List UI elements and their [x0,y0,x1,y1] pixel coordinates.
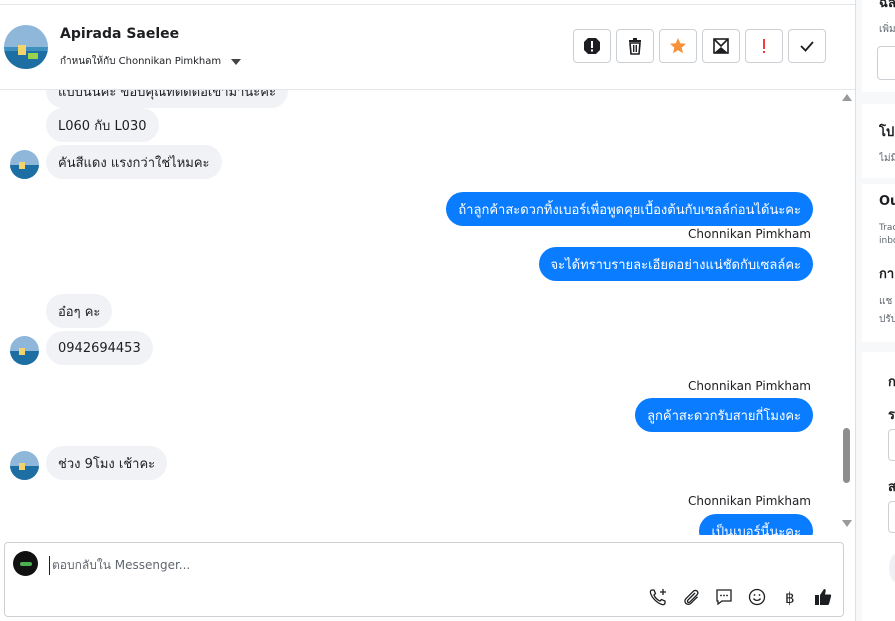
message-incoming: คันสีแดง แรงกว่าใช่ไหมคะ [46,145,222,179]
contact-name[interactable]: Apirada Saelee [60,26,179,42]
scroll-down-icon[interactable] [842,520,852,527]
sender-name: Chonnikan Pimkham [688,227,811,241]
reply-input[interactable]: ตอบกลับใน Messenger... [49,556,190,575]
message-composer[interactable]: ตอบกลับใน Messenger... ฿ [4,542,844,617]
message-bubble[interactable]: ช่วง 9โมง เช้าคะ [46,446,168,480]
message-bubble[interactable]: คันสีแดง แรงกว่าใช่ไหมคะ [46,145,222,179]
header-divider [0,4,855,5]
outcome-heading: Ou [879,194,895,209]
message-outgoing[interactable]: ลูกค้าสะดวกรับสายกี่โมงคะ [635,398,813,432]
mark-unread-button[interactable] [702,29,740,63]
message-outgoing[interactable]: จะได้ทราบรายละเอียดอย่างแน่ชัดกับเซลล์คะ [538,247,813,281]
form-label-1: ร [888,408,895,423]
sender-name: Chonnikan Pimkham [688,379,811,393]
message-incoming: อ๋อๆ คะ [46,294,113,328]
star-button[interactable] [659,29,697,63]
outcome-text-1: Trac [879,223,895,233]
contact-avatar-small [10,150,39,179]
conversation-actions [573,29,826,63]
scroll-up-icon[interactable] [842,94,852,101]
form-field-1[interactable] [888,429,895,461]
contact-avatar[interactable] [4,25,48,69]
call-add-icon[interactable] [648,587,668,607]
add-label-button[interactable] [877,46,895,80]
chevron-down-icon [231,58,242,65]
saved-reply-icon[interactable] [714,587,734,607]
assignee-dropdown[interactable]: กำหนดให้กับ Chonnikan Pimkham [60,54,242,69]
attachment-icon[interactable] [681,587,701,607]
message-bubble[interactable]: อ๋อๆ คะ [46,294,113,328]
spam-icon [584,38,600,54]
svg-text:฿: ฿ [785,589,795,607]
inbox-conversation-view: Apirada Saelee กำหนดให้กับ Chonnikan Pim… [0,0,895,621]
message-incoming: L060 กับ L030 [46,108,159,142]
message-bubble[interactable]: L060 กับ L030 [46,108,159,142]
follow-up-icon [763,39,765,53]
notes-empty-text: ไม่มี [879,153,895,164]
contact-avatar-small [10,336,39,365]
follow-up-button[interactable] [745,29,783,63]
activity-text-1: แช [879,296,893,307]
scroll-thumb[interactable] [843,428,850,483]
activity-text-2: ปรับ [879,314,895,325]
trash-icon [629,38,641,55]
message-outgoing[interactable]: เป็นเบอร์นี้นะคะ [699,514,813,535]
message-incoming: ช่วง 9โมง เช้าคะ [46,446,168,480]
form-heading: ก [888,375,895,390]
labels-heading: ฉล [879,0,895,11]
star-icon [670,38,686,54]
emoji-icon[interactable] [747,587,767,607]
form-field-2[interactable] [888,501,895,533]
message-outgoing[interactable]: ถ้าลูกค้าสะดวกทิ้งเบอร์เพื่อพูดคุยเบื้อง… [446,192,813,226]
check-icon [800,41,814,52]
message-incoming: 0942694453 [46,331,153,365]
mark-done-button[interactable] [788,29,826,63]
outcome-text-2: inbo [879,236,895,246]
conversation-header: Apirada Saelee กำหนดให้กับ Chonnikan Pim… [0,0,855,90]
mark-unread-icon [713,38,729,54]
message-bubble[interactable]: 0942694453 [46,331,153,365]
notes-heading: โป [879,125,895,140]
activity-heading: กา [879,267,895,282]
sender-name: Chonnikan Pimkham [688,494,811,508]
labels-add-text: เพิ่ม [879,24,895,35]
message-incoming: แบบนั้นค่ะ ขอบคุณที่ติดต่อเข้ามานะคะ [46,90,288,108]
composer-tools: ฿ [648,587,833,607]
thread-scrollbar[interactable] [838,90,855,535]
contact-avatar-small [10,451,39,480]
form-label-2: ส [888,480,895,495]
assignee-label: กำหนดให้กับ Chonnikan Pimkham [60,56,222,67]
page-avatar [13,551,38,576]
message-bubble[interactable]: แบบนั้นค่ะ ขอบคุณที่ติดต่อเข้ามานะคะ [46,90,288,108]
like-icon[interactable] [813,587,833,607]
mark-spam-button[interactable] [573,29,611,63]
message-thread[interactable]: แบบนั้นค่ะ ขอบคุณที่ติดต่อเข้ามานะคะ L06… [0,90,838,535]
delete-button[interactable] [616,29,654,63]
baht-icon[interactable]: ฿ [780,587,800,607]
